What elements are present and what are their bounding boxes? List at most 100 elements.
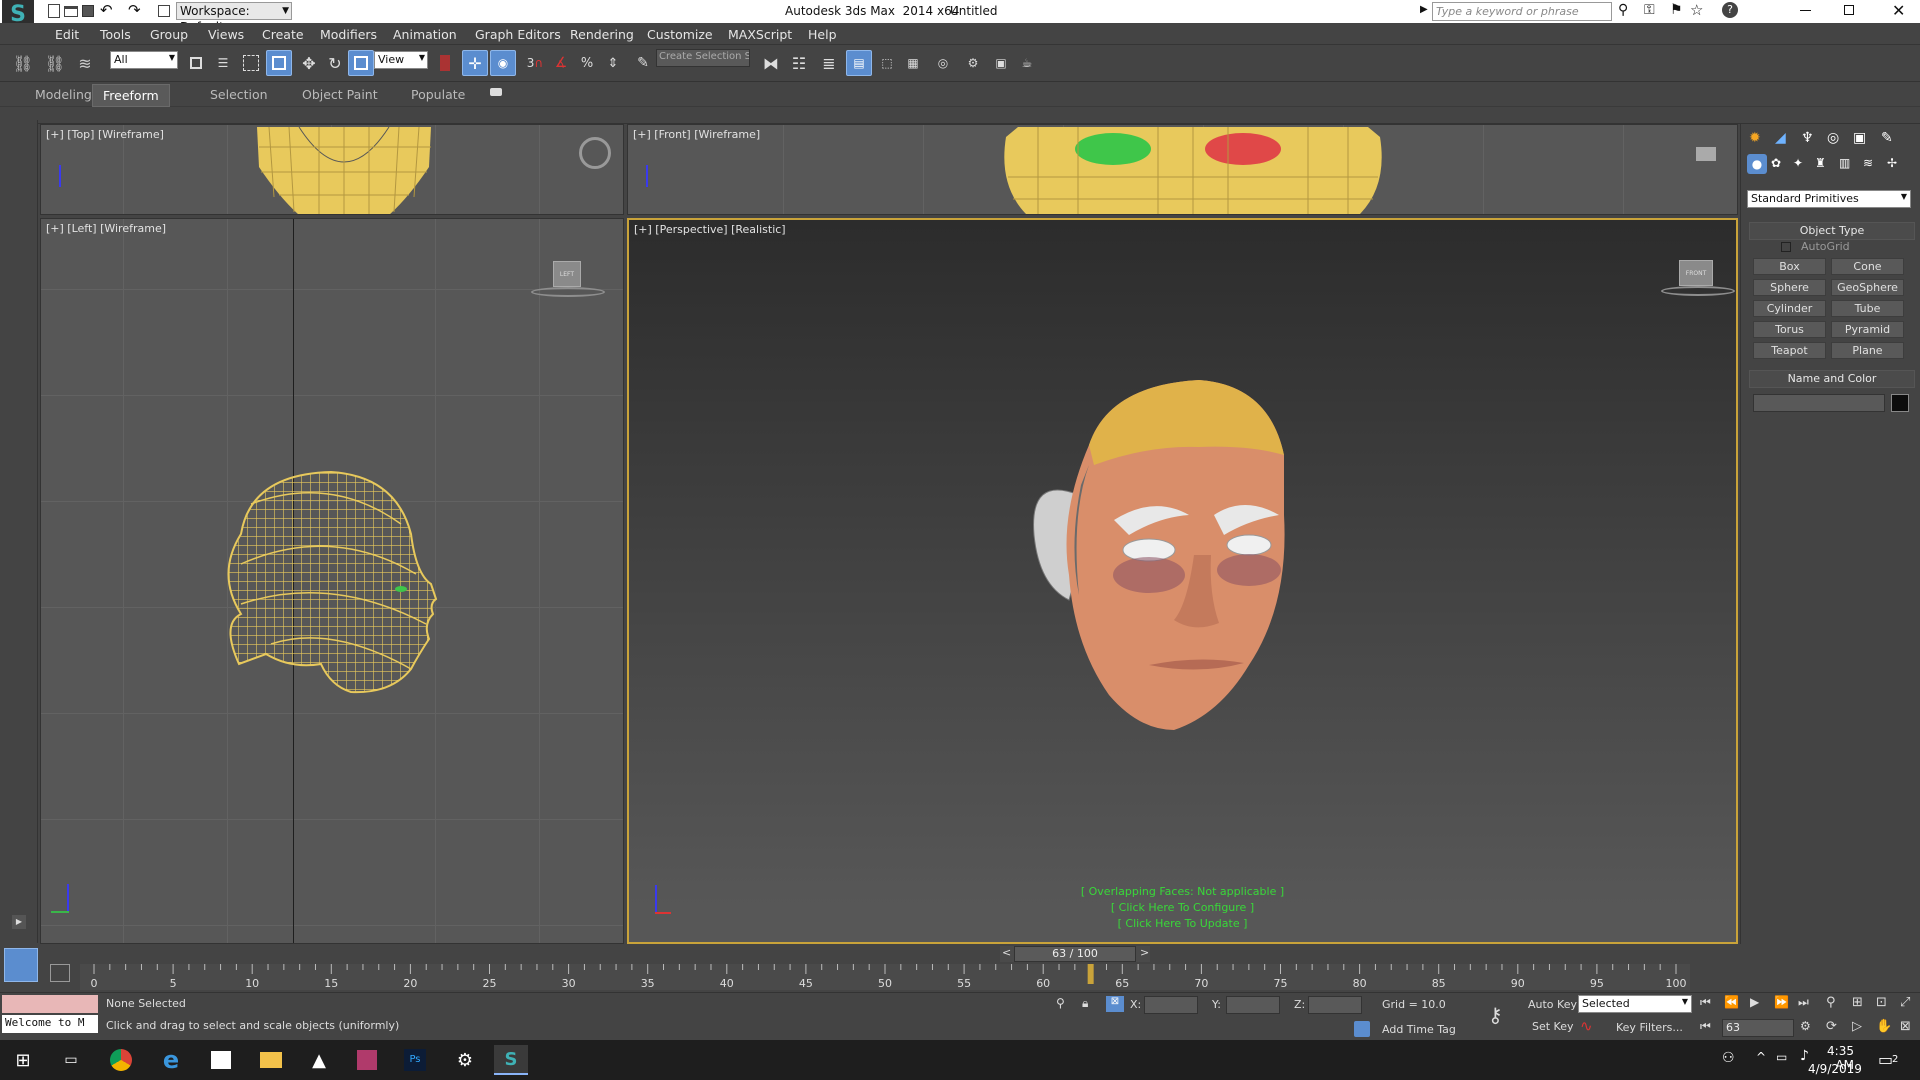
menu-group[interactable]: Group [150,27,188,42]
maxscript-listener-pink[interactable] [2,995,98,1013]
helpers-icon[interactable]: ▥ [1839,156,1850,170]
menu-animation[interactable]: Animation [393,27,457,42]
tab-populate[interactable]: Populate [411,87,465,102]
viewport-front-label[interactable]: [+] [Front] [Wireframe] [633,128,760,141]
menu-help[interactable]: Help [808,27,837,42]
viewport-perspective-label[interactable]: [+] [Perspective] [Realistic] [634,223,786,236]
viewport-left[interactable]: [+] [Left] [Wireframe] LEFT [40,218,624,944]
people-icon[interactable]: ⚇ [1722,1050,1735,1066]
search-input[interactable]: Type a keyword or phrase [1432,2,1612,21]
tab-object-paint[interactable]: Object Paint [302,87,378,102]
time-slider-thumb[interactable]: 63 / 100 [1014,946,1136,962]
show-hidden-icons[interactable]: ^ [1756,1050,1766,1064]
viewport-top[interactable]: [+] [Top] [Wireframe] [40,124,624,215]
favorites-icon[interactable]: ☆ [1690,1,1703,19]
geometry-icon[interactable]: ● [1747,154,1767,174]
name-color-rollout[interactable]: Name and Color [1749,370,1915,388]
redo-icon[interactable]: ↷ [128,1,141,19]
menu-maxscript[interactable]: MAXScript [728,27,792,42]
select-scale-icon[interactable] [348,50,374,76]
zoom-extents-icon[interactable]: ⊡ [1876,995,1887,1010]
pan-icon[interactable]: ✋ [1876,1019,1892,1034]
auto-key-button[interactable]: Auto Key [1528,998,1577,1011]
previous-frame-icon[interactable]: ⏪ [1724,995,1739,1009]
new-file-icon[interactable] [48,4,60,18]
configure-link[interactable]: [ Click Here To Configure ] [629,900,1736,916]
menu-modifiers[interactable]: Modifiers [320,27,377,42]
isolate-selection-icon[interactable]: ⚲ [1056,996,1065,1010]
tube-button[interactable]: Tube [1831,300,1904,317]
next-frame-icon[interactable]: ⏩ [1774,995,1789,1009]
display-tab-icon[interactable]: ▣ [1853,130,1866,146]
viewcube-top-icon[interactable] [579,137,611,169]
create-tab-icon[interactable]: ✹ [1749,130,1761,146]
spacewarps-icon[interactable]: ≋ [1863,156,1873,170]
rectangular-selection-icon[interactable] [238,50,264,76]
time-tag-icon[interactable] [1354,1021,1370,1037]
torus-button[interactable]: Torus [1753,321,1826,338]
task-view-icon[interactable]: ▭ [54,1045,88,1075]
action-center-icon[interactable]: ▭ [1878,1050,1893,1069]
mini-curve-editor-icon[interactable] [50,964,70,982]
chrome-icon[interactable] [104,1045,138,1075]
save-file-icon[interactable] [82,5,94,17]
workspace-dropdown[interactable]: Workspace: Default ▼ [176,2,292,34]
maximize-viewport-icon[interactable]: ⤢ [1900,995,1910,1010]
selection-filter-dropdown[interactable]: All ▼ [110,51,178,69]
key-filters-button[interactable]: Key Filters... [1616,1021,1683,1034]
zoom-icon[interactable]: ⚲ [1826,995,1836,1010]
default-in-out-tangent-icon[interactable]: ∿ [1580,1017,1593,1035]
head-wireframe-left[interactable] [211,464,461,699]
shapes-icon[interactable]: ✿ [1771,156,1781,170]
set-key-button[interactable]: Set Key [1532,1020,1574,1033]
menu-rendering[interactable]: Rendering [570,27,634,42]
menu-create[interactable]: Create [262,27,304,42]
tab-modeling[interactable]: Modeling [35,87,92,102]
utilities-tab-icon[interactable]: ✎ [1881,130,1893,146]
project-folder-icon[interactable] [158,5,170,17]
head-model-perspective[interactable] [999,375,1339,735]
angle-snap-icon[interactable]: ∡ [548,50,574,76]
pyramid-button[interactable]: Pyramid [1831,321,1904,338]
field-of-view-icon[interactable]: ▷ [1852,1019,1862,1034]
lights-icon[interactable]: ✦ [1793,156,1803,170]
ribbon-options-icon[interactable] [490,88,502,96]
align-icon[interactable]: ☷ [786,50,812,76]
cylinder-button[interactable]: Cylinder [1753,300,1826,317]
edit-named-selections-icon[interactable]: ✎ [630,50,656,76]
add-time-tag[interactable]: Add Time Tag [1382,1023,1456,1036]
undo-icon[interactable]: ↶ [100,1,113,19]
winrar-icon[interactable] [350,1045,384,1075]
layer-manager-icon[interactable]: ≣ [816,50,842,76]
schematic-view-icon[interactable]: ▦ [900,50,926,76]
bind-spacewarp-icon[interactable]: ≋ [72,50,98,76]
binoculars-icon[interactable]: ⚲ [1618,2,1628,18]
hierarchy-tab-icon[interactable]: ♆ [1801,130,1814,146]
z-coordinate-field[interactable] [1308,996,1362,1014]
autogrid-checkbox[interactable] [1781,242,1791,252]
modify-tab-icon[interactable]: ◢ [1775,130,1786,146]
steam-icon[interactable]: ⚙ [448,1045,482,1075]
current-frame-field[interactable]: 63 [1722,1019,1794,1037]
box-button[interactable]: Box [1753,258,1826,275]
sphere-button[interactable]: Sphere [1753,279,1826,296]
subscription-icon[interactable]: ⚿ [1644,2,1655,18]
tab-freeform[interactable]: Freeform [92,84,170,107]
play-icon[interactable]: ▶ [1750,995,1759,1009]
communication-icon[interactable]: ⚑ [1670,2,1683,18]
open-file-icon[interactable] [64,6,78,17]
material-editor-icon[interactable]: ◎ [930,50,956,76]
geosphere-button[interactable]: GeoSphere [1831,279,1904,296]
current-frame-marker[interactable] [1087,964,1094,984]
orbit-icon[interactable]: ⟳ [1826,1019,1837,1034]
3dsmax-taskbar-icon[interactable]: S [494,1045,528,1075]
select-rotate-icon[interactable]: ↻ [322,50,348,76]
render-setup-icon[interactable]: ⚙ [960,50,986,76]
percent-snap-icon[interactable]: % [574,50,600,76]
key-mode-toggle-icon[interactable]: ⏮ [1700,1019,1711,1034]
restore-icon[interactable] [1844,5,1854,15]
menu-views[interactable]: Views [208,27,244,42]
time-slider-track[interactable]: < 63 / 100 > [1000,946,1150,962]
menu-graph-editors[interactable]: Graph Editors [475,27,561,42]
reference-coord-dropdown[interactable]: View ▼ [374,51,428,69]
